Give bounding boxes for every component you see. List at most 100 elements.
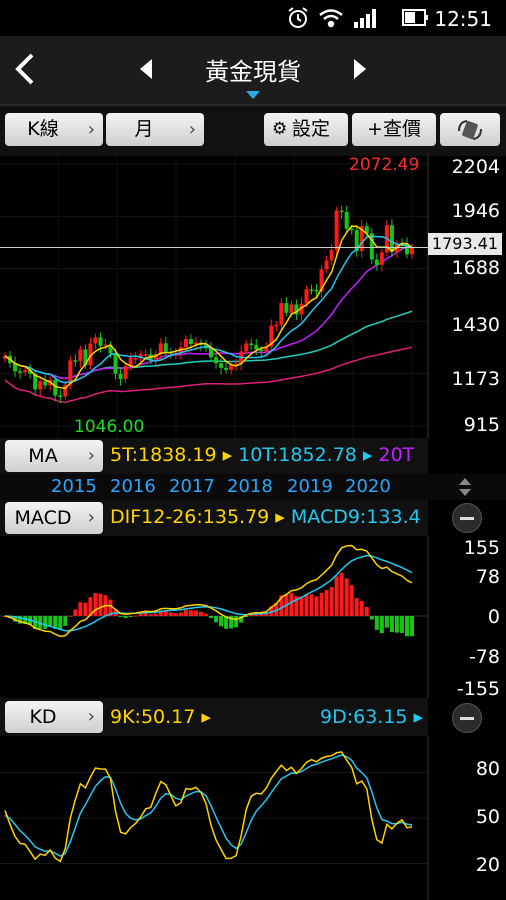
ma5-line bbox=[4, 225, 413, 390]
y-tick: 915 bbox=[463, 414, 500, 436]
d-value: 9D:63.15 bbox=[320, 706, 408, 728]
rotate-screen-button[interactable] bbox=[440, 113, 500, 146]
macd-label: MACD bbox=[14, 507, 72, 529]
year-label: 2015 bbox=[51, 476, 97, 497]
macd-histogram-bar bbox=[128, 616, 133, 617]
macd-legend: DIF12-26:135.79 ▸ MACD9:133.4 bbox=[110, 506, 421, 528]
candle-body bbox=[410, 247, 414, 255]
quote-button[interactable]: +查價 bbox=[352, 113, 436, 146]
candle-body bbox=[324, 260, 329, 270]
macd-histogram-bar bbox=[183, 610, 188, 616]
candle-body bbox=[274, 324, 279, 327]
macd-histogram-bar bbox=[359, 601, 364, 616]
collapse-macd-button[interactable] bbox=[452, 503, 482, 533]
rotate-icon bbox=[458, 120, 482, 140]
macd-histogram-bar bbox=[219, 616, 224, 627]
candlestick-chart[interactable] bbox=[0, 154, 506, 438]
kd-y-tick: 20 bbox=[475, 854, 500, 876]
candle-body bbox=[329, 249, 334, 261]
macd-indicator-button[interactable]: MACD › bbox=[5, 502, 103, 534]
macd-histogram-bar bbox=[73, 609, 78, 616]
macd-histogram-bar bbox=[349, 585, 354, 616]
wifi-icon bbox=[319, 9, 343, 28]
macd-histogram-bar bbox=[309, 594, 314, 616]
macd-histogram-bar bbox=[304, 594, 309, 616]
year-label: 2019 bbox=[287, 476, 333, 497]
settings-button[interactable]: ⚙ 設定 bbox=[264, 113, 348, 146]
ma-label: MA bbox=[28, 445, 58, 467]
macd-histogram-bar bbox=[178, 612, 183, 616]
collapse-kd-button[interactable] bbox=[452, 703, 482, 733]
year-label: 2020 bbox=[345, 476, 391, 497]
status-bar: 12:51 bbox=[0, 0, 506, 36]
candle-body bbox=[118, 373, 123, 380]
next-arrow-icon[interactable] bbox=[352, 58, 368, 80]
candle-body bbox=[304, 289, 309, 304]
macd-histogram-bar bbox=[133, 615, 138, 617]
candle-body bbox=[374, 259, 379, 265]
candle-body bbox=[224, 367, 229, 370]
dropdown-caret-icon[interactable] bbox=[246, 91, 260, 101]
candle-body bbox=[73, 360, 78, 362]
macd-histogram-bar bbox=[68, 615, 73, 617]
candle-body bbox=[289, 304, 294, 313]
macd-histogram-bar bbox=[93, 593, 98, 616]
y-tick: 1688 bbox=[451, 257, 500, 279]
macd-y-tick: 78 bbox=[475, 566, 500, 588]
y-tick: 2204 bbox=[451, 156, 500, 178]
kline-label: K線 bbox=[27, 118, 59, 140]
macd-histogram-bar bbox=[329, 587, 334, 616]
signal-icon bbox=[354, 9, 376, 28]
year-label: 2017 bbox=[169, 476, 215, 497]
candle-body bbox=[379, 252, 384, 265]
macd-histogram-bar bbox=[410, 616, 414, 637]
y-tick: 1173 bbox=[451, 368, 500, 390]
macd-histogram-bar bbox=[374, 616, 379, 630]
macd-histogram-bar bbox=[63, 616, 68, 626]
macd-histogram-bar bbox=[379, 616, 384, 634]
macd-histogram-bar bbox=[48, 616, 53, 627]
macd-histogram-bar bbox=[198, 611, 203, 616]
macd-histogram-bar bbox=[399, 616, 404, 634]
macd-histogram-bar bbox=[404, 616, 409, 637]
period-button[interactable]: 月 › bbox=[106, 113, 204, 146]
page-title: 黃金現貨 bbox=[205, 58, 301, 86]
macd-y-tick: 155 bbox=[463, 537, 500, 559]
kd-indicator-button[interactable]: KD › bbox=[5, 701, 103, 733]
candle-body bbox=[163, 343, 168, 352]
macd-histogram-bar bbox=[209, 616, 214, 618]
chevron-right-icon: › bbox=[188, 119, 196, 140]
macd-histogram-bar bbox=[148, 614, 153, 616]
macd-histogram-bar bbox=[354, 598, 359, 616]
macd-histogram-bar bbox=[389, 616, 394, 633]
macd-histogram-bar bbox=[153, 613, 158, 616]
chevron-right-icon: › bbox=[87, 507, 95, 528]
candle-body bbox=[18, 371, 23, 373]
ma-legend: 5T:1838.19 ▸ 10T:1852.78 ▸ 20T bbox=[110, 444, 415, 466]
resize-handle-icon[interactable] bbox=[458, 476, 472, 498]
quote-label: +查價 bbox=[367, 118, 421, 140]
y-tick: 1946 bbox=[451, 200, 500, 222]
candle-body bbox=[314, 289, 319, 292]
macd-histogram-bar bbox=[173, 613, 178, 616]
year-label: 2016 bbox=[110, 476, 156, 497]
macd-histogram-bar bbox=[314, 596, 319, 616]
chevron-right-icon: › bbox=[87, 445, 95, 466]
candle-body bbox=[389, 225, 394, 253]
y-tick: 1430 bbox=[451, 314, 500, 336]
candle-body bbox=[98, 337, 103, 346]
macd-histogram-bar bbox=[98, 593, 103, 616]
candle-body bbox=[214, 357, 219, 364]
macd-histogram-bar bbox=[58, 616, 63, 630]
low-price-label: 1046.00 bbox=[74, 417, 145, 437]
kline-type-button[interactable]: K線 › bbox=[5, 113, 103, 146]
candle-body bbox=[334, 210, 339, 250]
year-label: 2018 bbox=[227, 476, 273, 497]
ma20-line bbox=[4, 244, 413, 380]
ma-indicator-button[interactable]: MA › bbox=[5, 440, 103, 472]
macd-histogram-bar bbox=[339, 572, 344, 616]
macd-histogram-bar bbox=[234, 616, 239, 628]
macd-histogram-bar bbox=[364, 606, 369, 616]
candle-body bbox=[183, 339, 188, 348]
candle-body bbox=[23, 370, 28, 373]
